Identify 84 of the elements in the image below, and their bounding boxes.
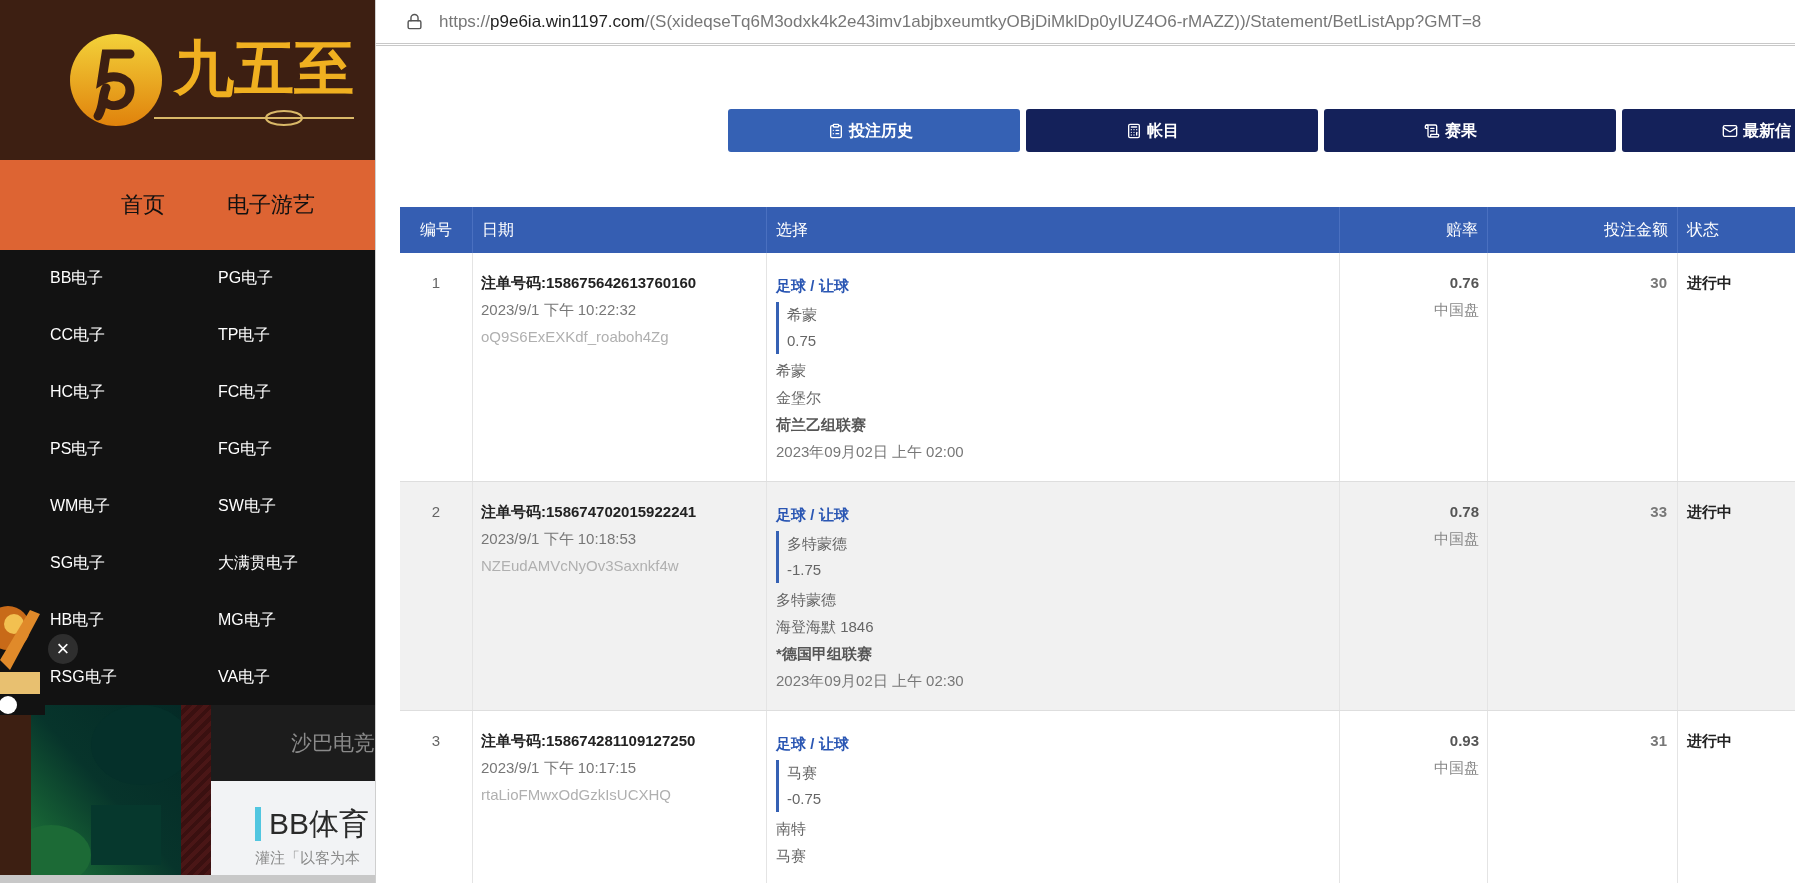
row-number: 1 [431, 274, 441, 291]
column-header: 投注金额 [1604, 220, 1668, 240]
tab[interactable]: 帐目 [1026, 109, 1318, 152]
away-team: 金堡尔 [776, 388, 822, 408]
handicap: -1.75 [787, 560, 823, 580]
odds-value: 0.78 [1449, 502, 1479, 522]
column-header: 选择 [776, 220, 808, 240]
league-name: 荷兰乙组联赛 [776, 415, 867, 435]
menu-item[interactable]: CC电子 [50, 323, 106, 346]
stake-amount: 33 [1650, 502, 1667, 522]
menu-item[interactable]: MG电子 [218, 608, 276, 631]
bet-status: 进行中 [1687, 732, 1732, 749]
kickoff-time: 2023年09月02日 上午 02:30 [776, 671, 965, 691]
home-team: 希蒙 [776, 361, 807, 381]
menu-item[interactable]: SG电子 [50, 551, 106, 574]
home-team: 南特 [776, 819, 807, 839]
ticket-number: 注单号码:158675642613760160 [481, 273, 698, 293]
tab[interactable]: 最新信 [1622, 109, 1795, 152]
handicap: -0.75 [787, 789, 823, 809]
ornament-icon [154, 109, 354, 126]
away-team: 海登海默 1846 [776, 617, 875, 637]
stake-amount: 31 [1650, 731, 1667, 751]
home-team: 多特蒙德 [776, 590, 837, 610]
nav-link[interactable]: 电子游艺 [227, 188, 315, 222]
ticket-number: 注单号码:158674702015922241 [481, 502, 698, 522]
logo-text: 九五至 [174, 33, 354, 104]
logo-icon [68, 31, 164, 128]
row-number: 3 [431, 732, 441, 749]
column-header: 赔率 [1446, 220, 1478, 240]
menu-item[interactable]: HB电子 [50, 608, 105, 631]
bet-type-link[interactable]: 足球 / 让球 [776, 501, 1339, 528]
menu-item[interactable]: BB电子 [50, 266, 104, 289]
ticket-number: 注单号码:158674281109127250 [481, 731, 697, 751]
tab[interactable]: 投注历史 [728, 109, 1020, 152]
menu-item[interactable]: VA电子 [218, 665, 271, 688]
away-team: 马赛 [776, 846, 807, 866]
menu-item[interactable]: 大满贯电子 [218, 551, 298, 574]
promo-title: BB体育 [269, 807, 370, 841]
menu-item[interactable]: WM电子 [50, 494, 111, 517]
league-name: *德国甲组联赛 [776, 644, 873, 664]
menu-item[interactable]: PS电子 [50, 437, 104, 460]
menu-item[interactable]: SW电子 [218, 494, 276, 517]
lock-icon [406, 13, 423, 30]
odds-type: 中国盘 [1434, 529, 1479, 549]
stake-amount: 30 [1650, 273, 1667, 293]
kickoff-time: 2023年09月02日 上午 02:00 [776, 442, 965, 462]
bet-status: 进行中 [1687, 503, 1732, 520]
esports-label: 沙巴电竞 [291, 730, 375, 757]
document-icon [1424, 122, 1440, 139]
odds-type: 中国盘 [1434, 300, 1479, 320]
clipboard-icon [828, 122, 844, 139]
bet-time: 2023/9/1 下午 10:17:15 [481, 758, 638, 778]
pick-team: 马赛 [787, 763, 818, 783]
menu-item[interactable]: HC电子 [50, 380, 106, 403]
menu-item[interactable]: PG电子 [218, 266, 274, 289]
bet-type-link[interactable]: 足球 / 让球 [776, 272, 1339, 299]
odds-type: 中国盘 [1434, 758, 1479, 778]
pick-team: 多特蒙德 [787, 534, 848, 554]
calculator-icon [1126, 122, 1142, 139]
url-text[interactable]: https://p9e6ia.win1197.com/(S(xideqseTq6M3odxk4k2e43imv1abjbxeumtkyOBjDiMklDp0yIUZ4O6-rMAZZ))/Statement/BetListApp?GMT=8 [439, 8, 1482, 35]
bet-type-link[interactable]: 足球 / 让球 [776, 730, 1339, 757]
bet-code: oQ9S6ExEXKdf_roaboh4Zg [481, 327, 670, 347]
column-header: 日期 [482, 220, 514, 240]
menu-item[interactable]: TP电子 [218, 323, 271, 346]
pick-team: 希蒙 [787, 305, 818, 325]
mail-icon [1722, 122, 1738, 139]
handicap: 0.75 [787, 331, 818, 351]
nav-link[interactable]: 首页 [121, 188, 165, 222]
bet-code: rtaLioFMwxOdGzkIsUCXHQ [481, 785, 673, 805]
column-header: 编号 [420, 220, 452, 240]
bet-time: 2023/9/1 下午 10:18:53 [481, 529, 638, 549]
bet-status: 进行中 [1687, 274, 1732, 291]
menu-item[interactable]: FC电子 [218, 380, 272, 403]
bet-time: 2023/9/1 下午 10:22:32 [481, 300, 638, 320]
tab[interactable]: 赛果 [1324, 109, 1616, 152]
odds-value: 0.93 [1449, 731, 1479, 751]
odds-value: 0.76 [1449, 273, 1479, 293]
column-header: 状态 [1687, 220, 1719, 240]
menu-item[interactable]: RSG电子 [50, 665, 117, 688]
bet-code: NZEudAMVcNyOv3Saxnkf4w [481, 556, 680, 576]
row-number: 2 [431, 503, 441, 520]
accent-bar [255, 807, 261, 841]
promo-text: 灌注「以客为本 [255, 848, 361, 868]
menu-item[interactable]: FG电子 [218, 437, 273, 460]
